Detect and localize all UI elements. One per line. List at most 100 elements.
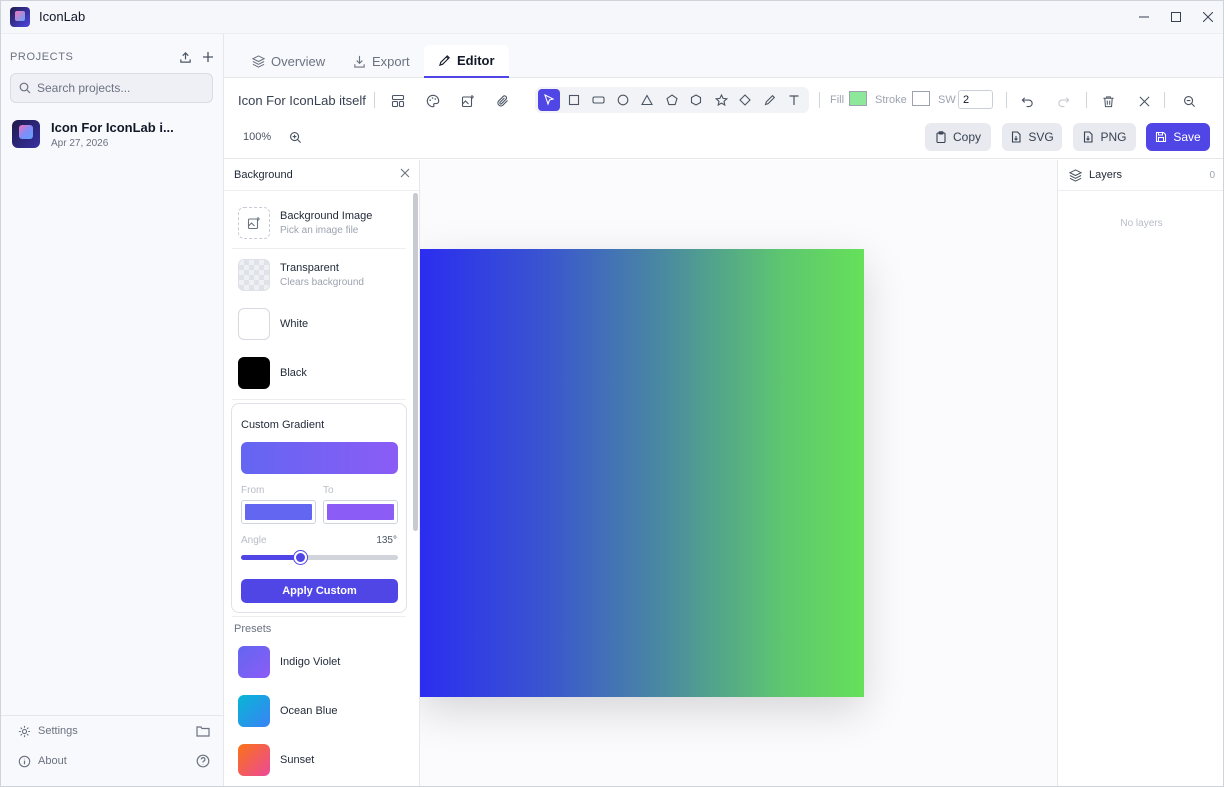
triangle-icon bbox=[641, 94, 653, 106]
window-controls bbox=[1128, 0, 1224, 34]
stroke-color-swatch[interactable] bbox=[912, 91, 930, 106]
open-folder-button[interactable] bbox=[196, 725, 210, 737]
image-add-button[interactable] bbox=[457, 90, 479, 112]
redo-icon bbox=[1057, 96, 1069, 107]
diamond-icon bbox=[739, 94, 751, 106]
save-icon bbox=[1156, 131, 1167, 143]
black-swatch bbox=[238, 357, 270, 389]
trash-icon bbox=[1102, 95, 1114, 107]
preset-swatch bbox=[238, 744, 270, 776]
zoom-out-icon bbox=[1183, 95, 1195, 107]
tab-overview-label: Overview bbox=[271, 54, 326, 69]
project-thumbnail bbox=[12, 120, 40, 148]
save-button[interactable]: Save bbox=[1146, 123, 1210, 151]
layers-count: 0 bbox=[1209, 169, 1215, 181]
square-icon bbox=[568, 94, 580, 106]
export-png-button[interactable]: PNG bbox=[1073, 123, 1136, 151]
icon-canvas[interactable] bbox=[420, 249, 864, 697]
import-project-button[interactable] bbox=[179, 51, 192, 64]
canvas-area[interactable] bbox=[420, 160, 1057, 787]
background-image-text: Background Image Pick an image file bbox=[280, 210, 372, 236]
tab-editor[interactable]: Editor bbox=[424, 45, 509, 78]
close-window-button[interactable] bbox=[1192, 0, 1224, 34]
preset-text: Sunset bbox=[280, 754, 314, 766]
rectangle-tool-button[interactable] bbox=[563, 89, 585, 111]
preset-name: Indigo Violet bbox=[280, 656, 341, 668]
export-svg-button[interactable]: SVG bbox=[1002, 123, 1062, 151]
star-tool-button[interactable] bbox=[710, 89, 732, 111]
undo-button[interactable] bbox=[1016, 90, 1038, 112]
toolbar-divider bbox=[1006, 92, 1007, 108]
zoom-in-button[interactable] bbox=[284, 126, 306, 148]
attach-button[interactable] bbox=[492, 90, 514, 112]
transparent-option[interactable]: Transparent Clears background bbox=[232, 251, 406, 299]
preset-ocean-blue[interactable]: Ocean Blue bbox=[232, 687, 406, 735]
palette-button[interactable] bbox=[422, 90, 444, 112]
to-color-picker[interactable] bbox=[323, 500, 398, 524]
diamond-tool-button[interactable] bbox=[734, 89, 756, 111]
preset-indigo-violet[interactable]: Indigo Violet bbox=[232, 638, 406, 686]
file-icon bbox=[1084, 131, 1094, 143]
panel-scrollbar[interactable] bbox=[413, 193, 418, 531]
triangle-tool-button[interactable] bbox=[636, 89, 658, 111]
custom-gradient-preview bbox=[241, 442, 398, 474]
fill-color-swatch[interactable] bbox=[849, 91, 867, 106]
project-item[interactable]: Icon For IconLab i... Apr 27, 2026 bbox=[12, 118, 212, 150]
background-image-option[interactable]: Background Image Pick an image file bbox=[232, 197, 406, 249]
pen-tool-button[interactable] bbox=[759, 89, 781, 111]
help-button[interactable] bbox=[196, 754, 210, 768]
ellipse-tool-button[interactable] bbox=[612, 89, 634, 111]
about-row[interactable]: About bbox=[0, 746, 224, 776]
select-tool-button[interactable] bbox=[538, 89, 560, 111]
text-tool-button[interactable] bbox=[783, 89, 805, 111]
close-panel-button[interactable] bbox=[400, 168, 410, 178]
cursor-icon bbox=[544, 94, 555, 106]
projects-label: PROJECTS bbox=[10, 51, 74, 63]
main-tabs: Overview Export Editor bbox=[224, 34, 1224, 78]
delete-button[interactable] bbox=[1097, 90, 1119, 112]
tab-export[interactable]: Export bbox=[339, 45, 424, 78]
copy-button[interactable]: Copy bbox=[925, 123, 991, 151]
file-icon bbox=[1012, 131, 1021, 143]
document-title: Icon For IconLab itself bbox=[238, 93, 366, 108]
toolbar-divider bbox=[374, 92, 375, 108]
background-image-subtitle: Pick an image file bbox=[280, 224, 359, 236]
search-input[interactable] bbox=[37, 81, 207, 95]
layers-title: Layers bbox=[1089, 169, 1123, 181]
palette-icon bbox=[426, 94, 440, 108]
angle-value: 135° bbox=[376, 535, 397, 546]
apply-custom-button[interactable]: Apply Custom bbox=[241, 579, 398, 603]
shape-tools bbox=[535, 87, 809, 113]
redo-button[interactable] bbox=[1052, 90, 1074, 112]
project-meta: Icon For IconLab i... Apr 27, 2026 bbox=[51, 120, 174, 149]
clear-button[interactable] bbox=[1133, 90, 1155, 112]
minimize-button[interactable] bbox=[1128, 0, 1160, 34]
preset-sunset[interactable]: Sunset bbox=[232, 736, 406, 784]
about-label: About bbox=[38, 755, 67, 767]
from-color-picker[interactable] bbox=[241, 500, 316, 524]
black-title: Black bbox=[280, 367, 307, 379]
toolbar-divider bbox=[1164, 92, 1165, 108]
hexagon-tool-button[interactable] bbox=[685, 89, 707, 111]
tab-overview[interactable]: Overview bbox=[238, 45, 339, 78]
white-option[interactable]: White bbox=[232, 300, 406, 348]
rounded-rect-tool-button[interactable] bbox=[587, 89, 609, 111]
settings-row[interactable]: Settings bbox=[0, 716, 224, 746]
black-option[interactable]: Black bbox=[232, 349, 406, 397]
pentagon-tool-button[interactable] bbox=[661, 89, 683, 111]
layout-template-button[interactable] bbox=[387, 90, 409, 112]
pencil-icon bbox=[438, 55, 450, 67]
search-icon bbox=[19, 82, 31, 94]
black-text: Black bbox=[280, 367, 307, 379]
white-swatch bbox=[238, 308, 270, 340]
new-project-button[interactable] bbox=[202, 51, 214, 64]
angle-slider-thumb[interactable] bbox=[293, 551, 307, 564]
hexagon-icon bbox=[690, 94, 702, 106]
angle-slider[interactable] bbox=[241, 551, 398, 564]
clipboard-icon bbox=[936, 131, 946, 143]
help-icon bbox=[196, 754, 210, 768]
projects-actions bbox=[179, 51, 214, 64]
stroke-width-input[interactable] bbox=[958, 90, 993, 109]
maximize-button[interactable] bbox=[1160, 0, 1192, 34]
zoom-out-button[interactable] bbox=[1178, 90, 1200, 112]
